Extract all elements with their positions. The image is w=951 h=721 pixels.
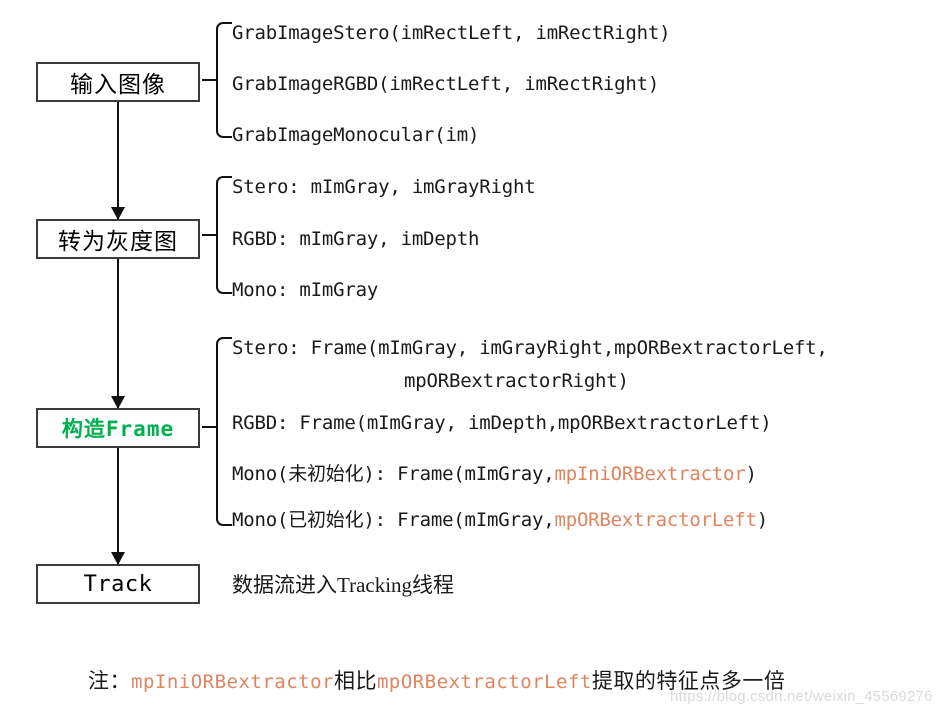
bracket-grab-image bbox=[216, 22, 232, 138]
frame-line-mono-uninitialized: Mono(未初始化): Frame(mImGray,mpIniORBextrac… bbox=[232, 459, 757, 486]
node-convert-to-gray-label: 转为灰度图 bbox=[58, 229, 178, 254]
node-input-image: 输入图像 bbox=[36, 62, 200, 102]
gray-output-line-mono: Mono: mImGray bbox=[232, 279, 379, 301]
frame-line-mono-initialized-extractor: mpORBextractorLeft bbox=[554, 509, 757, 531]
frame-line-mono-uninitialized-prefix: Mono(未初始化): Frame(mImGray, bbox=[232, 463, 555, 485]
gray-output-line-stero: Stero: mImGray, imGrayRight bbox=[232, 176, 536, 198]
frame-line-mono-initialized-prefix: Mono(已初始化): Frame(mImGray, bbox=[232, 509, 555, 531]
frame-line-mono-uninitialized-extractor: mpIniORBextractor bbox=[554, 463, 746, 485]
arrow-gray-to-frame bbox=[111, 259, 125, 409]
footnote-code-left-extractor: mpORBextractorLeft bbox=[376, 671, 592, 693]
footnote-code-ini-extractor: mpIniORBextractor bbox=[131, 671, 334, 693]
frame-line-mono-uninitialized-suffix: ) bbox=[745, 463, 757, 485]
bracket-stem-grab-image bbox=[202, 79, 216, 81]
grab-image-line-rgbd: GrabImageRGBD(imRectLeft, imRectRight) bbox=[232, 73, 660, 95]
bracket-stem-frame-construct bbox=[202, 426, 216, 428]
node-construct-frame: 构造Frame bbox=[36, 408, 200, 448]
frame-line-rgbd: RGBD: Frame(mImGray, imDepth,mpORBextrac… bbox=[232, 412, 772, 434]
bracket-stem-gray-output bbox=[202, 234, 216, 236]
bracket-gray-output bbox=[216, 176, 232, 294]
watermark: https://blog.csdn.net/weixin_45569276 bbox=[670, 688, 933, 705]
frame-line-mono-initialized: Mono(已初始化): Frame(mImGray,mpORBextractor… bbox=[232, 505, 768, 532]
frame-line-stero: Stero: Frame(mImGray, imGrayRight,mpORBe… bbox=[232, 337, 828, 359]
node-input-image-label: 输入图像 bbox=[70, 72, 166, 97]
track-side-note: 数据流进入Tracking线程 bbox=[232, 573, 455, 597]
node-convert-to-gray: 转为灰度图 bbox=[36, 219, 200, 259]
arrow-input-to-gray bbox=[111, 102, 125, 220]
diagram-canvas: 输入图像 转为灰度图 构造Frame Track GrabImageStero(… bbox=[0, 0, 951, 721]
footnote-middle: 相比 bbox=[333, 669, 377, 693]
gray-output-line-rgbd: RGBD: mImGray, imDepth bbox=[232, 228, 480, 250]
node-track-label: Track bbox=[83, 571, 153, 597]
grab-image-line-monocular: GrabImageMonocular(im) bbox=[232, 124, 480, 146]
node-track: Track bbox=[36, 564, 200, 604]
frame-line-stero-continued: mpORBextractorRight) bbox=[404, 370, 629, 392]
grab-image-line-stero: GrabImageStero(imRectLeft, imRectRight) bbox=[232, 22, 671, 44]
bracket-frame-construct bbox=[216, 337, 232, 526]
node-construct-frame-label: 构造Frame bbox=[61, 417, 175, 441]
frame-line-mono-initialized-suffix: ) bbox=[756, 509, 769, 531]
footnote-prefix: 注： bbox=[88, 669, 131, 693]
arrow-frame-to-track bbox=[111, 448, 125, 565]
